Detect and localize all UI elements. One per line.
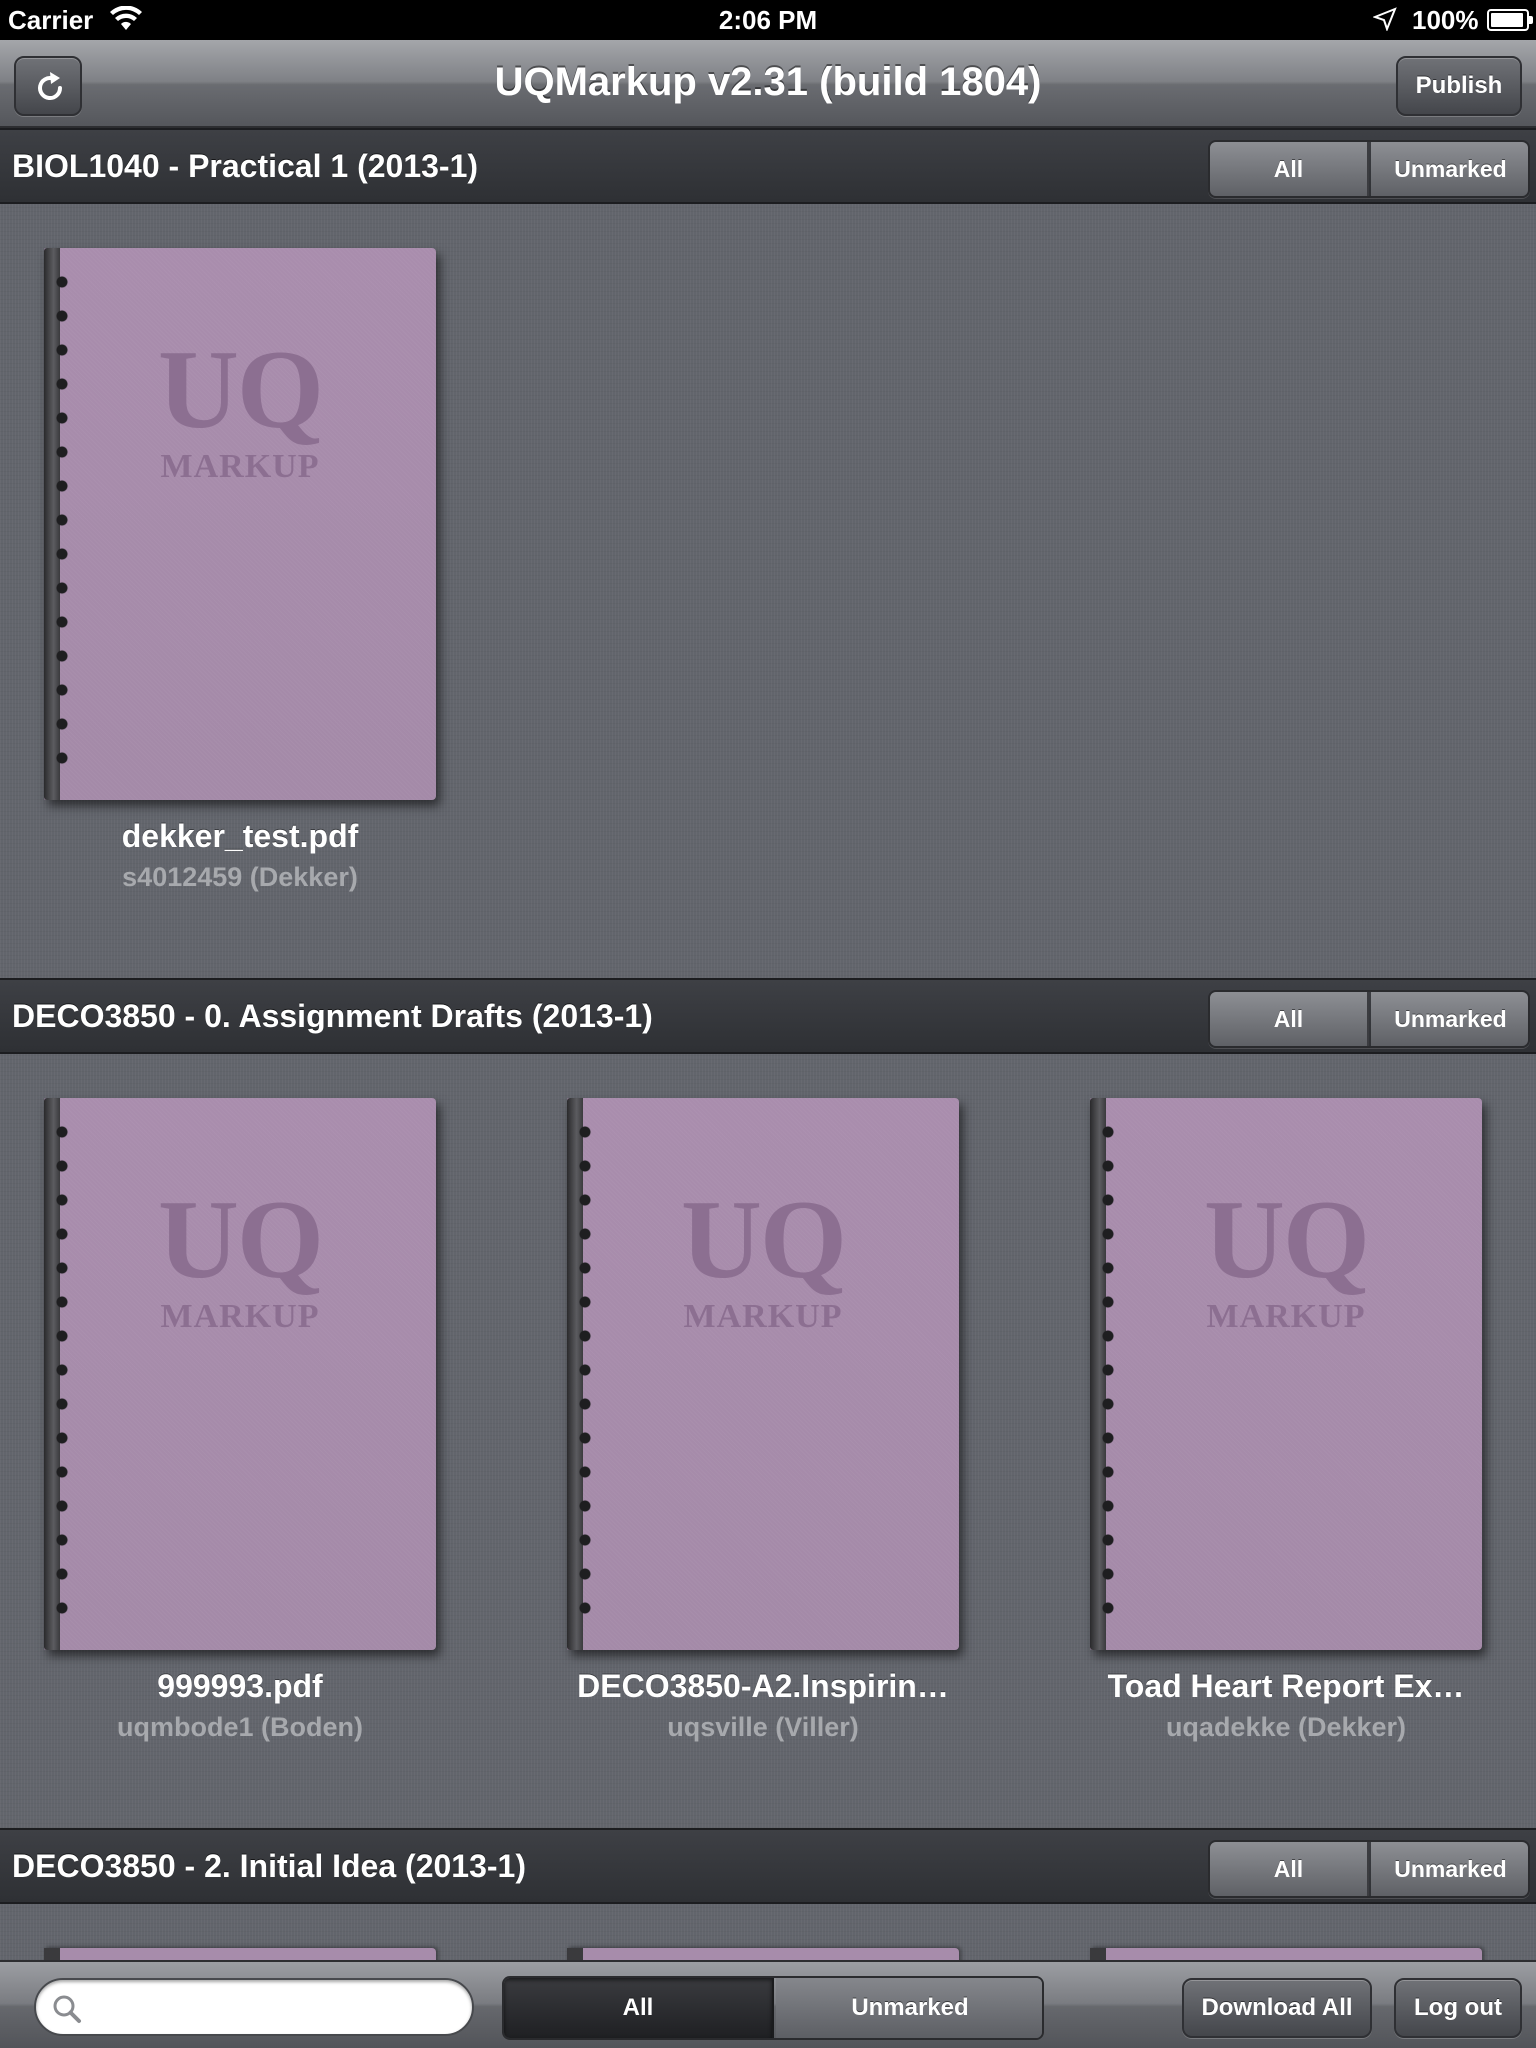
clock: 2:06 PM bbox=[718, 5, 818, 35]
section-title: DECO3850 - 2. Initial Idea (2013-1) bbox=[12, 1848, 526, 1884]
section-filter: All Unmarked bbox=[1208, 990, 1530, 1048]
document-thumbnail[interactable]: UQ MARKUP bbox=[44, 1098, 436, 1650]
section-filter: All Unmarked bbox=[1208, 1840, 1530, 1898]
location-arrow-icon bbox=[1372, 7, 1397, 38]
uq-logo: UQ bbox=[158, 328, 324, 452]
filter-unmarked-button[interactable]: Unmarked bbox=[1371, 142, 1528, 196]
search-input[interactable] bbox=[90, 1988, 460, 2026]
battery-icon bbox=[1487, 9, 1533, 31]
document-thumbnail[interactable]: UQ MARKUP bbox=[1090, 1098, 1482, 1650]
app-title: UQMarkup v2.31 (build 1804) bbox=[494, 60, 1042, 104]
global-filter-all-button[interactable]: All bbox=[504, 1978, 774, 2038]
markup-logo: MARKUP bbox=[683, 1298, 843, 1335]
uq-logo: UQ bbox=[681, 1178, 847, 1302]
filter-unmarked-button[interactable]: Unmarked bbox=[1371, 1842, 1528, 1896]
section-filter: All Unmarked bbox=[1208, 140, 1530, 198]
document-name[interactable]: Toad Heart Report Ex… bbox=[1056, 1668, 1516, 1705]
section-title: BIOL1040 - Practical 1 (2013-1) bbox=[12, 148, 479, 184]
document-owner: s4012459 (Dekker) bbox=[122, 862, 358, 892]
section-header: DECO3850 - 0. Assignment Drafts (2013-1)… bbox=[0, 978, 1536, 1054]
document-thumbnail[interactable]: UQ MARKUP bbox=[44, 248, 436, 800]
document-thumbnail[interactable]: UQ MARKUP bbox=[567, 1098, 959, 1650]
publish-button[interactable]: Publish bbox=[1396, 56, 1522, 116]
section-header: BIOL1040 - Practical 1 (2013-1) All Unma… bbox=[0, 128, 1536, 204]
document-name[interactable]: 999993.pdf bbox=[10, 1668, 470, 1705]
search-field[interactable] bbox=[34, 1978, 474, 2036]
markup-logo: MARKUP bbox=[160, 448, 320, 485]
logout-button[interactable]: Log out bbox=[1394, 1978, 1522, 2038]
filter-all-button[interactable]: All bbox=[1210, 142, 1369, 196]
filter-all-button[interactable]: All bbox=[1210, 1842, 1369, 1896]
bottom-toolbar: All Unmarked Download All Log out bbox=[0, 1960, 1536, 2048]
global-filter: All Unmarked bbox=[502, 1976, 1044, 2040]
global-filter-unmarked-button[interactable]: Unmarked bbox=[776, 1978, 1042, 2038]
markup-logo: MARKUP bbox=[160, 1298, 320, 1335]
status-bar: Carrier 2:06 PM 100% bbox=[0, 0, 1536, 40]
uq-logo: UQ bbox=[1204, 1178, 1370, 1302]
filter-all-button[interactable]: All bbox=[1210, 992, 1369, 1046]
filter-unmarked-button[interactable]: Unmarked bbox=[1371, 992, 1528, 1046]
document-name[interactable]: dekker_test.pdf bbox=[10, 818, 470, 855]
markup-logo: MARKUP bbox=[1206, 1298, 1366, 1335]
document-owner: uqadekke (Dekker) bbox=[1165, 1712, 1407, 1742]
battery-percentage: 100% bbox=[1412, 5, 1479, 35]
search-icon bbox=[53, 1995, 81, 2023]
navigation-bar: UQMarkup v2.31 (build 1804) Publish bbox=[0, 40, 1536, 128]
download-all-button[interactable]: Download All bbox=[1182, 1978, 1372, 2038]
document-owner: uqsville (Viller) bbox=[667, 1712, 859, 1742]
uq-logo: UQ bbox=[158, 1178, 324, 1302]
document-owner: uqmbode1 (Boden) bbox=[117, 1712, 363, 1742]
section-header: DECO3850 - 2. Initial Idea (2013-1) All … bbox=[0, 1828, 1536, 1904]
section-title: DECO3850 - 0. Assignment Drafts (2013-1) bbox=[12, 998, 653, 1034]
document-name[interactable]: DECO3850-A2.Inspirin… bbox=[533, 1668, 993, 1705]
